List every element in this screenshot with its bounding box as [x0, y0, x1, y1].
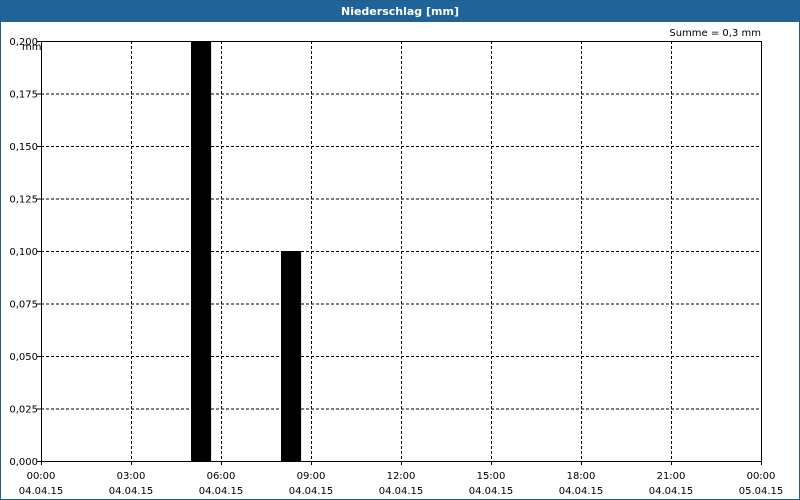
x-tick-time-label: 00:00	[27, 471, 56, 482]
y-tick-label: 0,175	[9, 90, 38, 101]
precipitation-bar	[191, 41, 212, 461]
y-tick-label: 0,075	[9, 300, 38, 311]
x-tick-date-label: 04.04.15	[109, 486, 154, 497]
y-tick-label: 0,000	[9, 457, 38, 468]
x-tick-time-label: 03:00	[117, 471, 146, 482]
precipitation-chart: mm Summe = 0,3 mm 0,0000,0250,0500,0750,…	[9, 28, 784, 497]
x-tick-date-label: 04.04.15	[289, 486, 334, 497]
x-tick-date-label: 04.04.15	[379, 486, 424, 497]
x-tick-date-label: 04.04.15	[199, 486, 244, 497]
x-tick-time-label: 21:00	[657, 471, 686, 482]
x-tick-date-label: 05.04.15	[739, 486, 784, 497]
x-tick-date-label: 04.04.15	[649, 486, 694, 497]
x-tick-date-label: 04.04.15	[19, 486, 64, 497]
y-tick-label: 0,025	[9, 405, 38, 416]
x-tick-time-label: 00:00	[747, 471, 776, 482]
x-tick-date-label: 04.04.15	[469, 486, 514, 497]
precipitation-bar	[281, 251, 302, 461]
x-tick-time-label: 18:00	[567, 471, 596, 482]
x-tick-time-label: 12:00	[387, 471, 416, 482]
y-tick-label: 0,050	[9, 352, 38, 363]
y-tick-label: 0,100	[9, 247, 38, 258]
x-tick-time-label: 15:00	[477, 471, 506, 482]
y-tick-label: 0,125	[9, 195, 38, 206]
x-tick-date-label: 04.04.15	[559, 486, 604, 497]
y-tick-label: 0,200	[9, 37, 38, 48]
x-tick-time-label: 09:00	[297, 471, 326, 482]
x-tick-time-label: 06:00	[207, 471, 236, 482]
sum-annotation: Summe = 0,3 mm	[669, 28, 761, 39]
y-tick-label: 0,150	[9, 142, 38, 153]
